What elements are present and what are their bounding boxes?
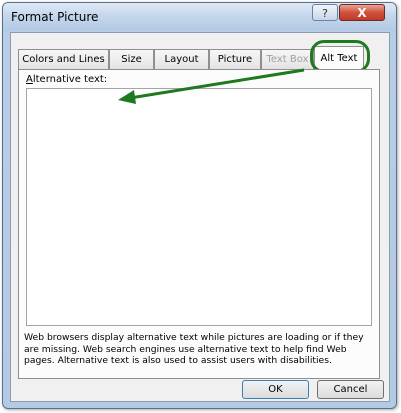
annotation-arrow (118, 68, 305, 104)
annotation-arrow-shaft (129, 68, 305, 100)
annotation-arrow-head (118, 90, 136, 104)
